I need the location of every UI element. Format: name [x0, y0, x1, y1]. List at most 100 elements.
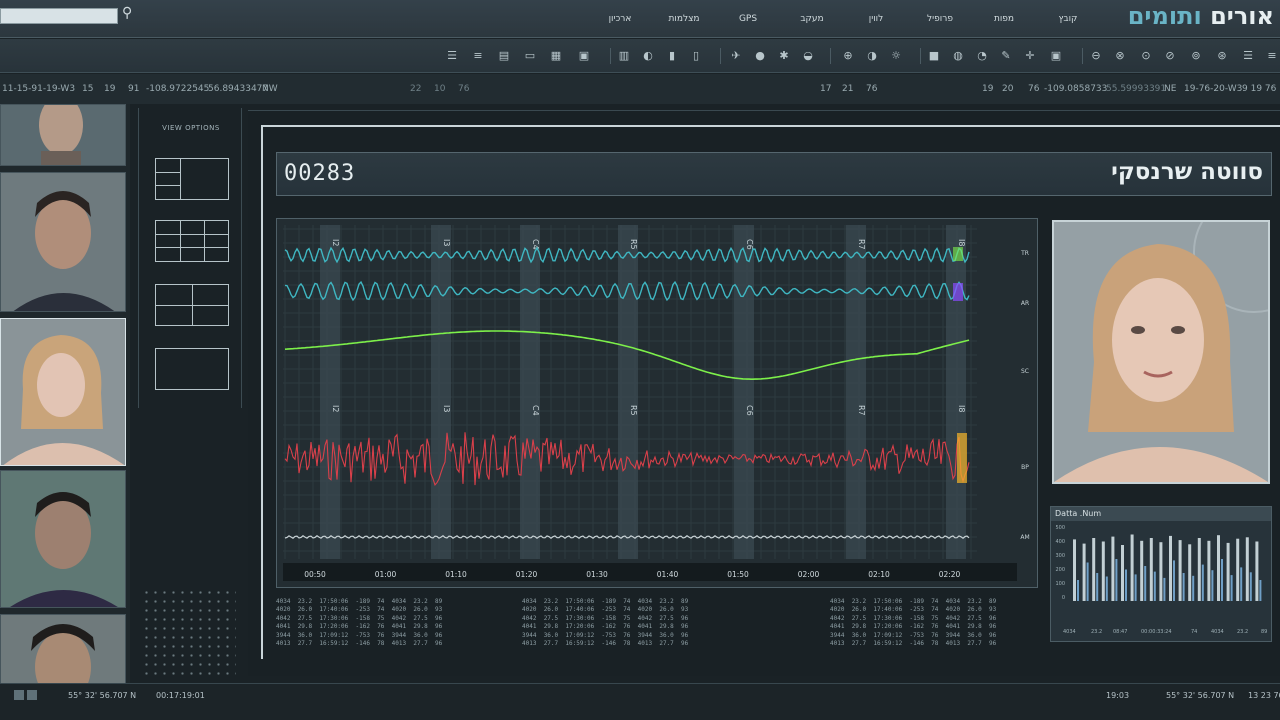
toolbar-tool-icon-16[interactable]: ◑: [866, 50, 878, 62]
toolbar-tool-icon-26[interactable]: ⊙: [1140, 50, 1152, 62]
datta-bar-inner: [1230, 575, 1233, 601]
datta-bar: [1178, 540, 1182, 601]
table-cell: 4041: [945, 623, 968, 631]
table-cell: -158: [909, 614, 932, 622]
toolbar-tool-icon-15[interactable]: ⊕: [842, 50, 854, 62]
table-cell: 36.0: [967, 631, 990, 639]
subject-thumb-4[interactable]: [0, 470, 126, 608]
toolbar-tool-icon-27[interactable]: ⊘: [1164, 50, 1176, 62]
toolbar-tool-icon-11[interactable]: ✈: [730, 50, 742, 62]
datta-bar-inner: [1249, 572, 1252, 601]
status-square-1[interactable]: [14, 690, 24, 700]
toolbar-tool-icon-18[interactable]: ■: [928, 50, 940, 62]
brand-part1: אורים: [1210, 2, 1274, 30]
toolbar-tool-icon-7[interactable]: ▥: [618, 50, 630, 62]
table-row: 4041 29.8 17:20:06 -162 76 4041 29.8 96: [522, 623, 695, 631]
toolbar-tool-icon-30[interactable]: ☰: [1242, 50, 1254, 62]
status-square-2[interactable]: [27, 690, 37, 700]
toolbar-separator-5: [1082, 48, 1083, 64]
coord-left-b: 19: [104, 84, 116, 94]
channel-label: TR: [1020, 250, 1029, 257]
toolbar-tool-icon-20[interactable]: ◔: [976, 50, 988, 62]
table-cell: 29.8: [297, 623, 320, 631]
table-cell: 26.0: [659, 606, 682, 614]
toolbar-tool-icon-4[interactable]: ▭: [524, 50, 536, 62]
subject-thumb-2[interactable]: [0, 172, 126, 312]
table-cell: 4042: [637, 614, 660, 622]
x-tick-label: 01:50: [727, 570, 749, 579]
marker-band: [320, 225, 340, 559]
toolbar-tool-icon-6[interactable]: ▣: [578, 50, 590, 62]
toolbar-tool-icon-19[interactable]: ◍: [952, 50, 964, 62]
main-nav: קובץ מפות פרופיל לווין מעקב GPS מצלמות א…: [588, 14, 1100, 24]
toolbar-tool-icon-8[interactable]: ◐: [642, 50, 654, 62]
nav-cameras[interactable]: מצלמות: [652, 14, 716, 24]
toolbar-tool-icon-5[interactable]: ▦: [550, 50, 562, 62]
toolbar-tool-icon-13[interactable]: ✱: [778, 50, 790, 62]
table-cell: 74: [377, 606, 392, 614]
datta-bar: [1159, 542, 1163, 601]
x-tick-label: 01:00: [375, 570, 397, 579]
toolbar-tool-icon-1[interactable]: ☰: [446, 50, 458, 62]
table-cell: 4041: [637, 623, 660, 631]
table-cell: 17:09:12: [319, 631, 356, 639]
nav-tracking[interactable]: מעקב: [780, 14, 844, 24]
x-tick-label: 01:30: [586, 570, 608, 579]
toolbar-tool-icon-24[interactable]: ⊖: [1090, 50, 1102, 62]
toolbar-tool-icon-14[interactable]: ◒: [802, 50, 814, 62]
table-cell: 36.0: [297, 631, 320, 639]
layout-option-3[interactable]: [155, 284, 229, 326]
toolbar-tool-icon-17[interactable]: ☼: [890, 50, 902, 62]
toolbar-tool-icon-22[interactable]: ✛: [1024, 50, 1036, 62]
table-cell: 27.5: [543, 614, 566, 622]
marker-band: [431, 225, 451, 559]
table-row: 4013 27.7 16:59:12 -146 78 4013 27.7 96: [276, 640, 449, 648]
toolbar: ☰ ≡ ▤ ▭ ▦ ▣ ▥ ◐ ▮ ▯ ✈ ● ✱ ◒ ⊕ ◑ ☼ ■ ◍ ◔ ✎ ✛ ▣ ⊖ ⊗ ⊙ ⊘ ⊚ ⊛ ☰ ≡: [0, 39, 1280, 73]
nav-maps[interactable]: מפות: [972, 14, 1036, 24]
subject-thumb-3-selected[interactable]: [0, 318, 126, 466]
view-options-title: VIEW OPTIONS: [162, 124, 220, 132]
table-row: 3944 36.0 17:09:12 -753 76 3944 36.0 96: [276, 632, 449, 640]
table-cell: 17:50:06: [319, 598, 356, 605]
toolbar-tool-icon-28[interactable]: ⊚: [1190, 50, 1202, 62]
toolbar-tool-icon-23[interactable]: ▣: [1050, 50, 1062, 62]
layout-option-1[interactable]: [155, 158, 229, 200]
layout-option-2[interactable]: [155, 220, 229, 262]
toolbar-tool-icon-25[interactable]: ⊗: [1114, 50, 1126, 62]
toolbar-tool-icon-9[interactable]: ▮: [666, 50, 678, 62]
search-input[interactable]: [0, 8, 118, 24]
table-cell: 96: [435, 623, 450, 631]
subject-thumb-5[interactable]: [0, 614, 126, 684]
table-row: 4013 27.7 16:59:12 -146 78 4013 27.7 96: [830, 640, 1003, 648]
coordinates-strip: 11-15-91-19-W3 15 19 91 -108.9722545 56.…: [0, 74, 1280, 104]
nav-archive[interactable]: ארכיון: [588, 14, 652, 24]
nav-gps[interactable]: GPS: [716, 14, 780, 24]
datta-footer-value: 23.2: [1237, 629, 1248, 635]
table-cell: 4020: [830, 606, 852, 614]
table-cell: 17:30:06: [319, 614, 356, 622]
toolbar-tool-icon-29[interactable]: ⊛: [1216, 50, 1228, 62]
table-cell: 17:20:06: [873, 623, 910, 631]
toolbar-tool-icon-12[interactable]: ●: [754, 50, 766, 62]
toolbar-tool-icon-2[interactable]: ≡: [472, 50, 484, 62]
toolbar-tool-icon-3[interactable]: ▤: [498, 50, 510, 62]
x-tick-label: 01:20: [516, 570, 538, 579]
table-cell: 26.0: [543, 606, 566, 614]
nav-satellite[interactable]: לווין: [844, 14, 908, 24]
toolbar-tool-icon-21[interactable]: ✎: [1000, 50, 1012, 62]
table-cell: 17:09:12: [565, 631, 602, 639]
toolbar-separator-4: [920, 48, 921, 64]
subject-thumb-1[interactable]: [0, 104, 126, 166]
table-cell: 96: [989, 623, 1004, 631]
layout-option-4[interactable]: [155, 348, 229, 390]
toolbar-tool-icon-10[interactable]: ▯: [690, 50, 702, 62]
nav-profile[interactable]: פרופיל: [908, 14, 972, 24]
search-icon[interactable]: ⚲: [122, 5, 138, 25]
table-cell: 76: [377, 631, 392, 639]
table-cell: 29.8: [413, 623, 436, 631]
x-tick-label: 02:20: [939, 570, 961, 579]
datta-bar-inner: [1144, 566, 1147, 601]
toolbar-tool-icon-31[interactable]: ≡: [1266, 50, 1278, 62]
nav-file[interactable]: קובץ: [1036, 14, 1100, 24]
table-cell: 23.2: [413, 598, 436, 605]
